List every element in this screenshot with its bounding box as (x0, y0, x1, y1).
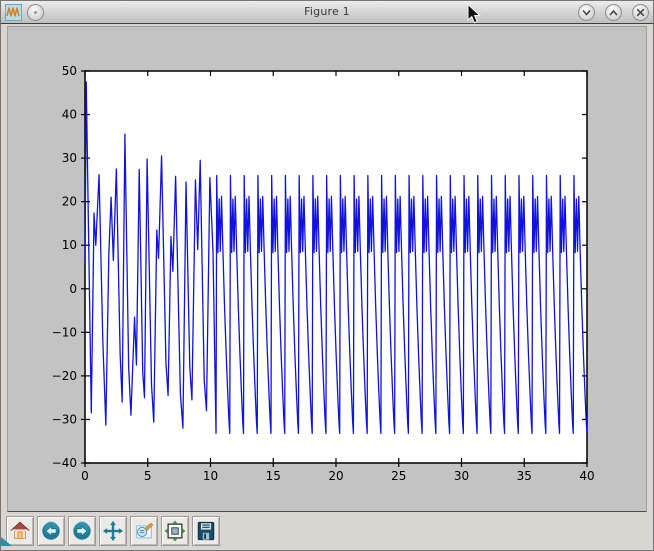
home-icon (9, 520, 31, 542)
close-button[interactable] (632, 4, 649, 21)
y-tick-label: 40 (62, 108, 77, 122)
x-tick-label: 25 (391, 469, 406, 483)
titlebar[interactable]: Figure 1 (1, 1, 653, 24)
maximize-button[interactable] (605, 4, 622, 21)
y-tick-label: 20 (62, 195, 77, 209)
window-title: Figure 1 (1, 5, 653, 18)
figure-canvas[interactable]: 0 5 10 15 20 25 30 35 40 50 40 30 20 10 0 −10 −20 −30 −40 (7, 26, 647, 512)
save-button[interactable] (192, 516, 220, 546)
configure-subplots-icon (164, 520, 186, 542)
x-tick-label: 20 (328, 469, 343, 483)
y-tick-label: −20 (52, 369, 77, 383)
pan-button[interactable] (99, 516, 127, 546)
x-tick-label: 40 (579, 469, 594, 483)
navigation-toolbar (1, 512, 653, 551)
forward-arrow-icon (71, 520, 93, 542)
zoom-to-rect-icon (133, 520, 155, 542)
plot-svg: 0 5 10 15 20 25 30 35 40 50 40 30 20 10 0 −10 −20 −30 −40 (8, 27, 646, 511)
x-tick-label: 10 (203, 469, 218, 483)
x-tick-label: 35 (517, 469, 532, 483)
zoom-button[interactable] (130, 516, 158, 546)
close-x-icon (633, 5, 648, 20)
x-tick-label: 30 (454, 469, 469, 483)
y-tick-label: 10 (62, 238, 77, 252)
y-tick-label: 0 (69, 282, 77, 296)
x-tick-label: 0 (81, 469, 89, 483)
corner-wedge (1, 531, 12, 550)
back-arrow-icon (40, 520, 62, 542)
subplots-button[interactable] (161, 516, 189, 546)
y-tick-label: 50 (62, 64, 77, 78)
y-tick-label: 30 (62, 151, 77, 165)
chevron-down-icon (579, 5, 594, 20)
save-floppy-icon (195, 520, 217, 542)
mouse-cursor (467, 4, 483, 30)
y-tick-label: −10 (52, 325, 77, 339)
x-tick-label: 5 (144, 469, 152, 483)
forward-button[interactable] (68, 516, 96, 546)
back-button[interactable] (37, 516, 65, 546)
figure-window: Figure 1 0 5 10 15 20 25 30 35 40 50 40 30 20 10 0 −10 −… (0, 0, 654, 551)
x-tick-label: 15 (266, 469, 281, 483)
chevron-up-icon (606, 5, 621, 20)
y-tick-label: −40 (52, 456, 77, 470)
minimize-button[interactable] (578, 4, 595, 21)
pan-arrows-icon (102, 520, 124, 542)
y-tick-label: −30 (52, 412, 77, 426)
